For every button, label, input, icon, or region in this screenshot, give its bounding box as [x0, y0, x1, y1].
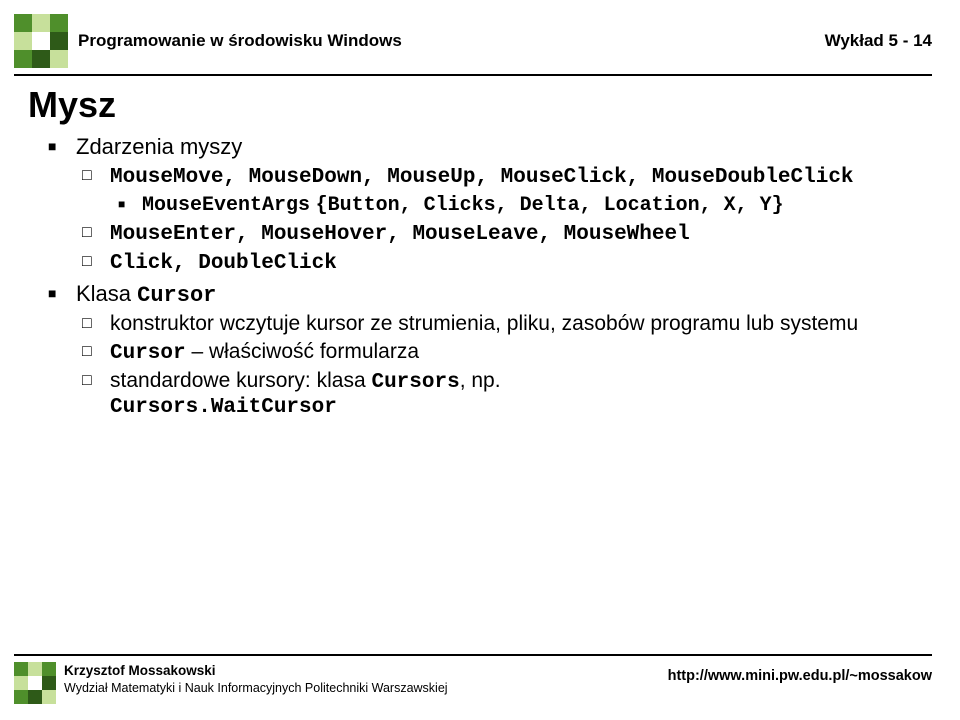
list-item: Click, DoubleClick: [82, 250, 928, 275]
content: Zdarzenia myszy MouseMove, MouseDown, Mo…: [0, 134, 960, 419]
footer-affiliation: Wydział Matematyki i Nauk Informacyjnych…: [64, 680, 668, 696]
header-logo-icon: [14, 14, 68, 68]
footer-left: Krzysztof Mossakowski Wydział Matematyki…: [64, 662, 668, 696]
code-text: Cursors: [371, 371, 459, 394]
list-item: MouseMove, MouseDown, MouseUp, MouseClic…: [82, 164, 928, 189]
footer-row: Krzysztof Mossakowski Wydział Matematyki…: [14, 662, 932, 704]
code-text: Cursor: [110, 342, 186, 365]
course-title: Programowanie w środowisku Windows: [78, 31, 825, 51]
code-text: Cursors.WaitCursor: [110, 396, 337, 419]
text: standardowe kursory: klasa: [110, 369, 371, 392]
code-text: MouseMove, MouseDown, MouseUp, MouseClic…: [110, 166, 854, 189]
list-item: konstruktor wczytuje kursor ze strumieni…: [82, 312, 928, 336]
text: konstruktor wczytuje kursor ze strumieni…: [110, 312, 858, 335]
footer-url: http://www.mini.pw.edu.pl/~mossakow: [668, 662, 932, 684]
list-item: MouseEnter, MouseHover, MouseLeave, Mous…: [82, 221, 928, 246]
slide-root: Programowanie w środowisku Windows Wykła…: [0, 0, 960, 720]
footer-author: Krzysztof Mossakowski: [64, 662, 668, 680]
list-item: standardowe kursory: klasa Cursors, np. …: [82, 369, 928, 419]
footer: Krzysztof Mossakowski Wydział Matematyki…: [0, 654, 960, 704]
section-label-mono: Cursor: [137, 283, 216, 308]
text: – właściwość formularza: [186, 340, 419, 363]
header-divider: [14, 74, 932, 76]
page-title: Mysz: [28, 84, 960, 126]
sub-list-item: MouseEventArgs {Button, Clicks, Delta, L…: [118, 193, 928, 217]
section-heading: Klasa Cursor: [48, 281, 928, 308]
footer-divider: [14, 654, 932, 656]
lecture-number: Wykład 5 - 14: [825, 31, 932, 51]
header: Programowanie w środowisku Windows Wykła…: [0, 0, 960, 68]
text: , np.: [460, 369, 501, 392]
code-text: Click, DoubleClick: [110, 252, 337, 275]
section-label: Zdarzenia myszy: [76, 134, 242, 159]
list-item: Cursor – właściwość formularza: [82, 340, 928, 365]
section-label-prefix: Klasa: [76, 281, 137, 306]
footer-logo-icon: [14, 662, 56, 704]
code-text: {Button, Clicks, Delta, Location, X, Y}: [316, 194, 784, 217]
code-text: MouseEventArgs: [142, 194, 310, 217]
code-text: MouseEnter, MouseHover, MouseLeave, Mous…: [110, 223, 690, 246]
section-heading: Zdarzenia myszy: [48, 134, 928, 160]
